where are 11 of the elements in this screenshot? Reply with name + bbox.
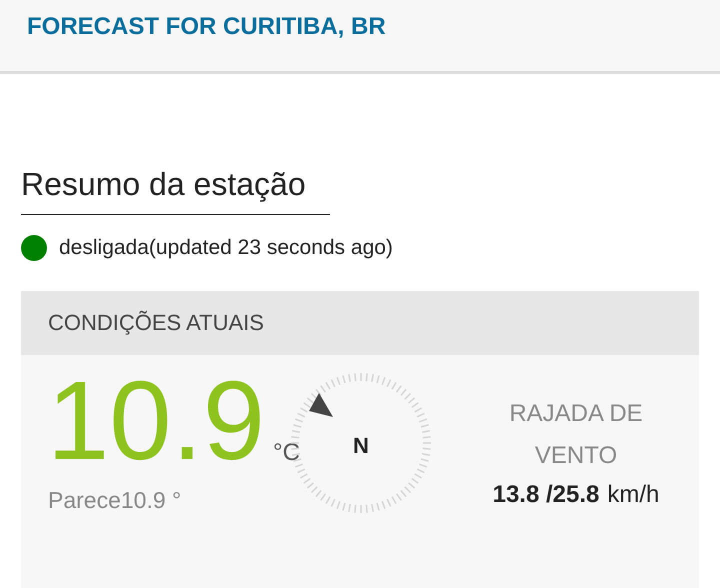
status-text: desligada(updated 23 seconds ago): [59, 235, 393, 261]
temperature-value: 10.9: [47, 364, 265, 476]
compass-label: N: [352, 432, 370, 460]
wind-title: RAJADA DE VENTO: [508, 398, 644, 470]
temperature-unit: °C: [273, 438, 300, 468]
panel-title: CONDIÇÕES ATUAIS: [48, 309, 264, 337]
wind-unit: km/h: [607, 480, 660, 510]
wind-value: 13.8 /25.8: [492, 480, 600, 510]
section-heading: Resumo da estação: [21, 160, 330, 215]
feels-like-text: Parece10.9 °: [48, 486, 182, 514]
page-title: FORECAST FOR CURITIBA, BR: [27, 12, 386, 42]
